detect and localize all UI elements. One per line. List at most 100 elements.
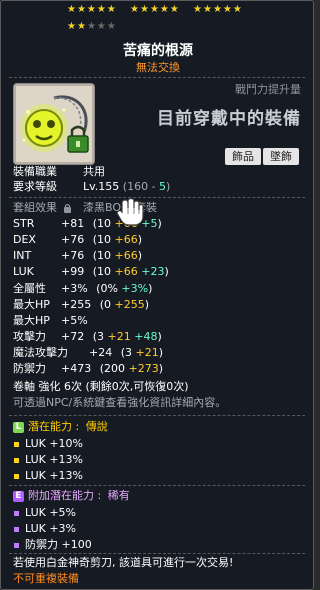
trade-status: 無法交換 <box>136 61 180 74</box>
stat-total: +473 <box>61 362 92 375</box>
stat-name: 魔法攻擊力 <box>13 346 68 359</box>
job-label: 裝備職業 <box>13 165 57 178</box>
stat-total: +76 <box>61 233 85 246</box>
pendant-icon <box>20 95 89 153</box>
equipped-compare-label: 目前穿戴中的裝備 <box>157 109 301 129</box>
divider <box>9 485 305 486</box>
stat-base: (3 <box>120 346 133 359</box>
item-icon <box>13 83 95 165</box>
stat-base: (0% <box>96 282 118 295</box>
stat-total: +5% <box>61 314 88 327</box>
combat-power-label: 戰鬥力提升量 <box>235 83 301 96</box>
set-label: 套組效果 <box>13 201 57 214</box>
bullet-icon <box>14 473 19 479</box>
stat-base: (3 <box>92 330 105 343</box>
stat-base: (0 <box>99 298 112 311</box>
level-detail: (160 - <box>122 180 160 193</box>
scroll-upgrade-line: 卷軸 強化 6次 (剩餘0次,可恢復0次) <box>13 380 189 393</box>
stat-name: DEX <box>13 233 36 246</box>
stat-total: +99 <box>61 265 85 278</box>
star-force-row-2: ★★★★★ <box>67 21 267 33</box>
lock-icon <box>63 204 71 213</box>
stat-bonus-flame: +66 <box>114 249 138 262</box>
stat-bonus-star: +23 <box>141 265 165 278</box>
stat-row-attack: 攻擊力 +72 (3 +21 +48) <box>13 330 162 344</box>
bullet-icon <box>14 526 19 532</box>
stat-total: +3% <box>61 282 88 295</box>
item-name: 苦痛的根源 <box>123 43 193 59</box>
stat-name: 最大HP <box>13 314 50 327</box>
level-row: 要求等級 Lv.155 (160 - 5) <box>13 180 170 194</box>
stat-row-allstat: 全屬性 +3% (0% +3%) <box>13 282 152 296</box>
potential-line: LUK +13% <box>13 453 83 467</box>
stat-base: (10 <box>92 249 112 262</box>
stat-total: +72 <box>61 330 85 343</box>
bullet-icon <box>14 542 19 548</box>
stat-close: ) <box>137 249 143 262</box>
level-value: Lv.155 <box>83 180 120 193</box>
potential-line-text: LUK +13% <box>25 453 84 466</box>
star-group: ★★★★★ <box>67 4 117 15</box>
stat-name: LUK <box>13 265 34 278</box>
stat-bonus-flame: +21 <box>135 346 159 359</box>
stat-row-maxhp: 最大HP +255 (0 +255) <box>13 298 149 312</box>
stat-name: 全屬性 <box>13 282 46 295</box>
stat-row-defense: 防禦力 +473 (200 +273) <box>13 362 163 376</box>
additional-potential-grade: 稀有 <box>107 489 130 502</box>
stat-total: +76 <box>61 249 85 262</box>
stat-name: INT <box>13 249 32 262</box>
stat-row-int: INT +76 (10 +66) <box>13 249 142 263</box>
stat-close: ) <box>157 330 162 343</box>
bullet-icon <box>14 510 19 516</box>
bullet-icon <box>14 457 19 463</box>
stat-close: ) <box>158 346 164 359</box>
divider <box>9 415 305 416</box>
stat-close: ) <box>148 282 153 295</box>
scroll-hint: 可透過NPC/系統鍵查看強化資訊詳細內容。 <box>13 396 227 409</box>
stat-total: +24 <box>89 346 113 359</box>
potential-line-text: LUK +10% <box>25 437 84 450</box>
stat-name: 最大HP <box>13 298 50 311</box>
potential-line: LUK +10% <box>13 437 83 451</box>
stat-close: ) <box>164 265 169 278</box>
stat-bonus-flame: +273 <box>128 362 159 375</box>
legendary-badge-icon: L <box>13 421 24 433</box>
stat-close: ) <box>137 233 143 246</box>
stat-base: (10 <box>92 217 112 230</box>
hand-cursor-icon <box>116 197 144 226</box>
additional-line-text: 防禦力 +100 <box>25 538 92 551</box>
stat-close: ) <box>144 298 150 311</box>
potential-header: L 潛在能力 : 傳說 <box>13 420 108 434</box>
additional-line-text: LUK +5% <box>25 506 77 519</box>
stat-name: STR <box>13 217 35 230</box>
divider <box>9 553 305 554</box>
stat-close: ) <box>158 362 164 375</box>
star-group-empty: ★★★ <box>86 21 117 32</box>
stat-row-luk: LUK +99 (10 +66 +23) <box>13 265 169 279</box>
stat-bonus-flame: +66 <box>114 265 138 278</box>
additional-potential-line: LUK +5% <box>13 506 76 520</box>
epic-badge-icon: E <box>13 490 24 502</box>
potential-grade: 傳說 <box>85 420 108 433</box>
stat-bonus-flame: +255 <box>114 298 145 311</box>
stat-bonus-star: +3% <box>121 282 149 295</box>
level-detail-bonus: 5 <box>159 180 167 193</box>
bullet-icon <box>14 441 19 447</box>
level-detail-close: ) <box>166 180 171 193</box>
stat-row-magic-attack: 魔法攻擊力 +24 (3 +21) <box>13 346 163 360</box>
job-value: 共用 <box>83 165 105 178</box>
stat-bonus-flame: +21 <box>107 330 131 343</box>
stat-close: ) <box>157 217 162 230</box>
stat-name: 防禦力 <box>13 362 46 375</box>
level-label: 要求等級 <box>13 180 57 193</box>
stat-total: +81 <box>61 217 85 230</box>
star-group: ★★★★★ <box>193 4 243 15</box>
potential-line-text: LUK +13% <box>25 469 84 482</box>
item-tooltip: ★★★★★ ★★★★★ ★★★★★ ★★★★★ 苦痛的根源 無法交換 戰鬥力提升… <box>0 0 314 590</box>
job-row: 裝備職業 共用 <box>13 165 105 179</box>
star-force-row-1: ★★★★★ ★★★★★ ★★★★★ <box>67 4 267 16</box>
additional-potential-line: LUK +3% <box>13 522 76 536</box>
tag-pendant: 墜飾 <box>263 148 299 165</box>
star-group: ★★★★★ <box>130 4 180 15</box>
stat-base: (200 <box>99 362 126 375</box>
